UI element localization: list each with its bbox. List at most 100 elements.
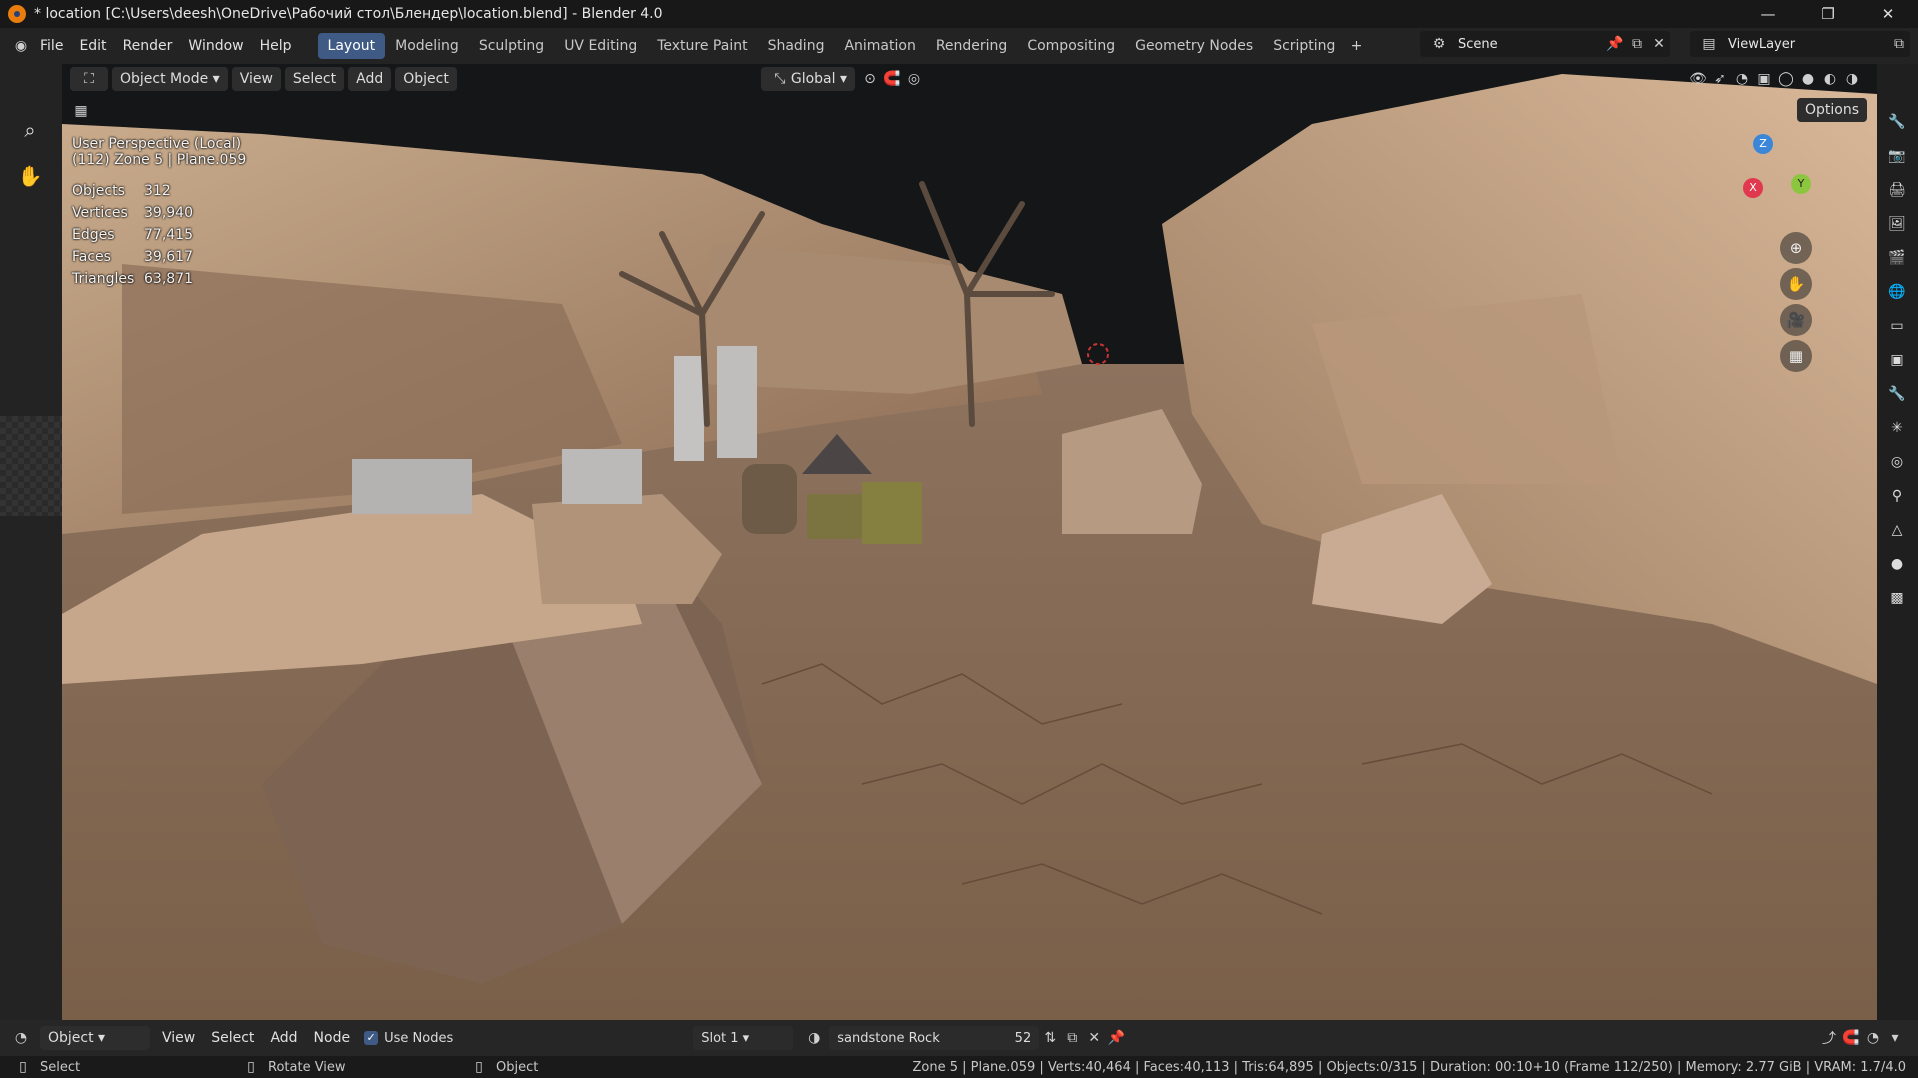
- pin-node-icon[interactable]: 📌: [1105, 1027, 1127, 1049]
- zoom-tool-icon[interactable]: ⌕: [10, 110, 50, 150]
- axis-x-icon[interactable]: X: [1743, 178, 1763, 198]
- menu-file[interactable]: File: [32, 34, 71, 58]
- stat-value: 39,617: [144, 249, 193, 265]
- material-tab-icon[interactable]: ●: [1883, 550, 1911, 578]
- selection-mode-icon[interactable]: ▦: [70, 100, 92, 122]
- viewport-menu-add[interactable]: Add: [348, 67, 392, 91]
- render-tab-icon[interactable]: 📷: [1883, 142, 1911, 170]
- object-tab-icon[interactable]: ▣: [1883, 346, 1911, 374]
- add-workspace-button[interactable]: +: [1345, 35, 1367, 57]
- visibility-icon[interactable]: 👁: [1687, 68, 1709, 90]
- material-icon[interactable]: ◑: [803, 1027, 825, 1049]
- node-menu-node[interactable]: Node: [306, 1026, 359, 1050]
- modifier-tab-icon[interactable]: 🔧: [1883, 380, 1911, 408]
- menu-render[interactable]: Render: [115, 34, 181, 58]
- view-layer-tab-icon[interactable]: 🖼: [1883, 210, 1911, 238]
- menu-edit[interactable]: Edit: [71, 34, 114, 58]
- view-layer-icon: ▤: [1702, 36, 1716, 52]
- collection-tab-icon[interactable]: ▭: [1883, 312, 1911, 340]
- workspace-tab-layout[interactable]: Layout: [317, 33, 386, 59]
- output-tab-icon[interactable]: 🖨: [1883, 176, 1911, 204]
- constraints-tab-icon[interactable]: ⚲: [1883, 482, 1911, 510]
- workspace-tab-sculpting[interactable]: Sculpting: [469, 33, 554, 59]
- workspace-tab-geometry-nodes[interactable]: Geometry Nodes: [1125, 33, 1263, 59]
- snap-icon[interactable]: 🧲: [881, 68, 903, 90]
- minimize-button[interactable]: —: [1738, 0, 1798, 28]
- close-button[interactable]: ✕: [1858, 0, 1918, 28]
- stat-value: 312: [144, 183, 171, 199]
- data-tab-icon[interactable]: △: [1883, 516, 1911, 544]
- axis-z-icon[interactable]: Z: [1753, 134, 1773, 154]
- rendered-shading-icon[interactable]: ◑: [1841, 68, 1863, 90]
- node-menu-select[interactable]: Select: [203, 1026, 262, 1050]
- overlay-toggle-icon[interactable]: ◔: [1731, 68, 1753, 90]
- delete-scene-icon[interactable]: ✕: [1648, 33, 1670, 55]
- node-menu-add[interactable]: Add: [262, 1026, 305, 1050]
- node-context-label: Object: [48, 1030, 94, 1046]
- scene-selector[interactable]: ⚙ Scene 📌 ⧉ ✕: [1420, 31, 1670, 57]
- 3d-viewport[interactable]: [62, 64, 1877, 1020]
- workspace-tab-modeling[interactable]: Modeling: [385, 33, 469, 59]
- camera-view-icon[interactable]: 🎥: [1780, 304, 1812, 336]
- workspace-tab-texture-paint[interactable]: Texture Paint: [647, 33, 757, 59]
- workspace-tab-scripting[interactable]: Scripting: [1263, 33, 1345, 59]
- options-button[interactable]: Options: [1796, 98, 1867, 122]
- tool-tab-icon[interactable]: 🔧: [1883, 108, 1911, 136]
- new-view-layer-icon[interactable]: ⧉: [1888, 33, 1910, 55]
- parent-node-icon[interactable]: ⤴: [1818, 1027, 1840, 1049]
- snap-node-icon[interactable]: 🧲: [1840, 1027, 1862, 1049]
- blender-menu-icon[interactable]: ◉: [10, 35, 32, 57]
- viewport-header: ⛶ Object Mode ▾ View Select Add Object ⤡…: [62, 64, 1877, 94]
- particles-tab-icon[interactable]: ✳: [1883, 414, 1911, 442]
- workspace-tab-animation[interactable]: Animation: [834, 33, 925, 59]
- maximize-button[interactable]: ❐: [1798, 0, 1858, 28]
- solid-shading-icon[interactable]: ●: [1797, 68, 1819, 90]
- use-nodes-toggle[interactable]: ✓ Use Nodes: [364, 1031, 453, 1046]
- node-options-icon[interactable]: ▾: [1884, 1027, 1906, 1049]
- workspace-tabs: Layout Modeling Sculpting UV Editing Texture…: [317, 33, 1346, 59]
- zoom-view-icon[interactable]: ⊕: [1780, 232, 1812, 264]
- viewport-menu-object[interactable]: Object: [395, 67, 457, 91]
- stat-label: Vertices: [72, 205, 128, 221]
- pivot-icon[interactable]: ⊙: [859, 68, 881, 90]
- texture-tab-icon[interactable]: ▩: [1883, 584, 1911, 612]
- unlink-material-icon[interactable]: ✕: [1083, 1027, 1105, 1049]
- navigation-gizmo[interactable]: Z X Y: [1705, 130, 1825, 230]
- world-tab-icon[interactable]: 🌐: [1883, 278, 1911, 306]
- overlay-node-icon[interactable]: ◔: [1862, 1027, 1884, 1049]
- menu-window[interactable]: Window: [180, 34, 251, 58]
- proportional-edit-icon[interactable]: ◎: [903, 68, 925, 90]
- editor-type-button[interactable]: ⛶: [70, 67, 108, 91]
- stat-row: Edges 77,415: [72, 224, 272, 246]
- view-layer-selector[interactable]: ▤ ViewLayer ⧉: [1690, 31, 1910, 57]
- axis-y-icon[interactable]: Y: [1791, 174, 1811, 194]
- node-editor-type-icon[interactable]: ◔: [10, 1027, 32, 1049]
- node-context-selector[interactable]: Object ▾: [40, 1026, 150, 1050]
- orientation-selector[interactable]: ⤡ Global ▾: [760, 67, 855, 91]
- new-scene-icon[interactable]: ⧉: [1626, 33, 1648, 55]
- workspace-tab-shading[interactable]: Shading: [758, 33, 835, 59]
- checkbox-icon[interactable]: ✓: [364, 1031, 379, 1045]
- ortho-toggle-icon[interactable]: ▦: [1780, 340, 1812, 372]
- gizmo-toggle-icon[interactable]: ➶: [1709, 68, 1731, 90]
- workspace-tab-compositing[interactable]: Compositing: [1017, 33, 1125, 59]
- material-name-field[interactable]: sandstone Rock 52: [829, 1026, 1040, 1050]
- pan-view-icon[interactable]: ✋: [1780, 268, 1812, 300]
- slot-selector[interactable]: Slot 1 ▾: [693, 1026, 794, 1050]
- pin-icon[interactable]: 📌: [1604, 33, 1626, 55]
- material-shading-icon[interactable]: ◐: [1819, 68, 1841, 90]
- scene-tab-icon[interactable]: 🎬: [1883, 244, 1911, 272]
- menu-help[interactable]: Help: [252, 34, 300, 58]
- workspace-tab-uv-editing[interactable]: UV Editing: [554, 33, 647, 59]
- wireframe-shading-icon[interactable]: ◯: [1775, 68, 1797, 90]
- mode-selector[interactable]: Object Mode ▾: [112, 67, 228, 91]
- node-menu-view[interactable]: View: [154, 1026, 203, 1050]
- physics-tab-icon[interactable]: ◎: [1883, 448, 1911, 476]
- fake-user-icon[interactable]: ⇅: [1039, 1027, 1061, 1049]
- duplicate-material-icon[interactable]: ⧉: [1061, 1027, 1083, 1049]
- viewport-menu-view[interactable]: View: [231, 67, 281, 91]
- workspace-tab-rendering[interactable]: Rendering: [926, 33, 1018, 59]
- pan-hand-icon[interactable]: ✋: [10, 156, 50, 196]
- xray-icon[interactable]: ▣: [1753, 68, 1775, 90]
- viewport-menu-select[interactable]: Select: [284, 67, 345, 91]
